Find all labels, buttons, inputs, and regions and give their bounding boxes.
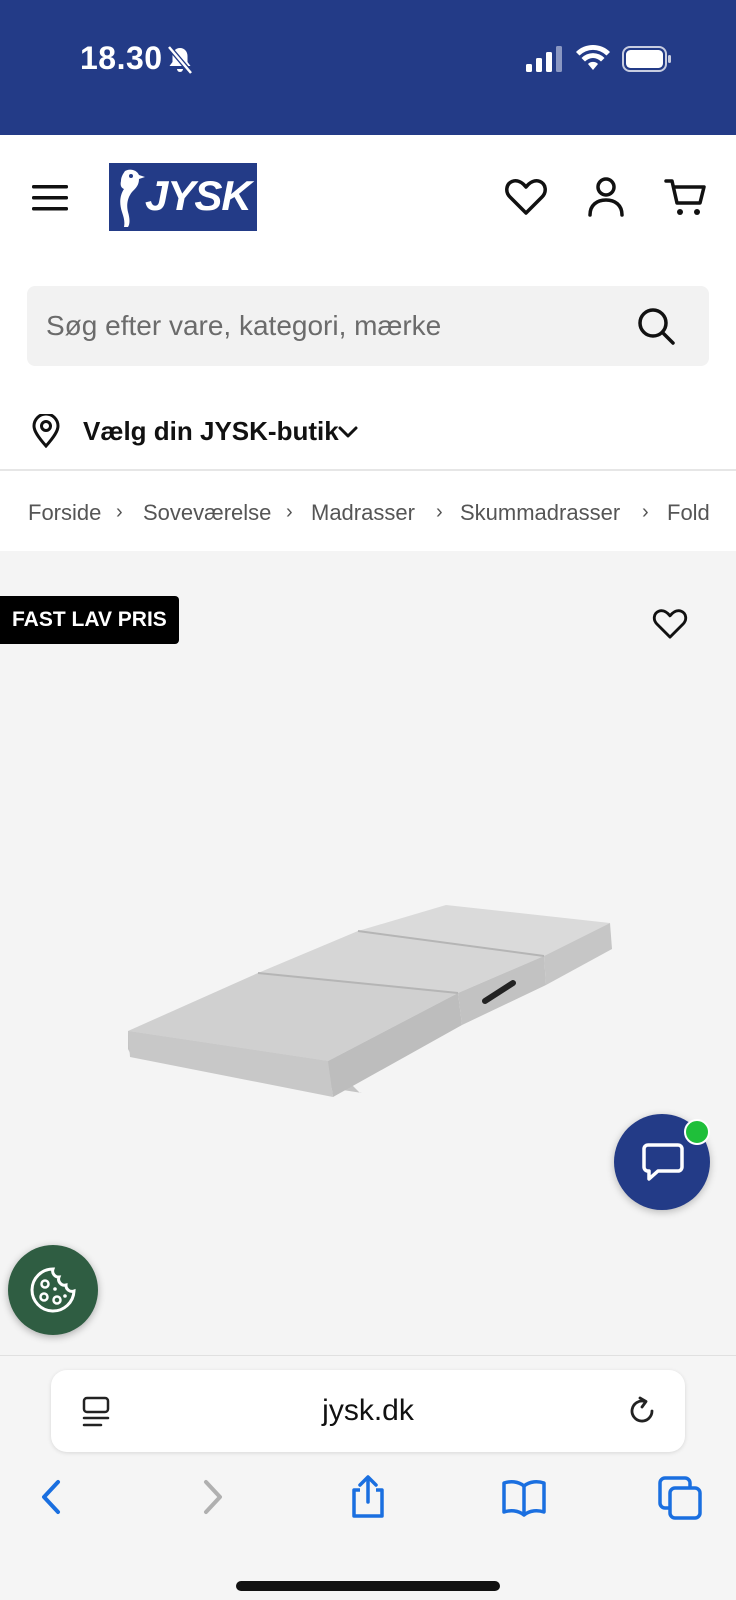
signal-icon (526, 46, 562, 72)
breadcrumb-item-skummadrasser[interactable]: Skummadrasser (460, 500, 620, 526)
breadcrumb-separator-icon: › (116, 501, 123, 523)
breadcrumb-item-forside[interactable]: Forside (28, 500, 101, 526)
product-gallery: FAST LAV PRIS (0, 551, 736, 1355)
favorite-heart-icon[interactable] (652, 607, 688, 641)
breadcrumb: Forside › Soveværelse › Madrasser › Skum… (0, 471, 736, 551)
forward-icon[interactable] (190, 1474, 234, 1520)
bookmarks-icon[interactable] (502, 1474, 546, 1520)
breadcrumb-item-madrasser[interactable]: Madrasser (311, 500, 415, 526)
status-time: 18.30 (80, 40, 163, 76)
tabs-icon[interactable] (658, 1474, 702, 1520)
reload-icon[interactable] (625, 1394, 659, 1428)
hamburger-icon[interactable] (32, 183, 68, 213)
url-bar[interactable]: jysk.dk (51, 1370, 685, 1452)
home-indicator (236, 1581, 500, 1591)
search-icon[interactable] (635, 305, 677, 347)
search-input[interactable]: Søg efter vare, kategori, mærke (27, 286, 709, 366)
chat-bubble-icon (642, 1143, 684, 1181)
store-selector-label: Vælg din JYSK-butik (83, 416, 339, 446)
search-placeholder: Søg efter vare, kategori, mærke (46, 310, 442, 341)
bird-logo-icon (120, 169, 145, 227)
back-icon[interactable] (30, 1474, 74, 1520)
cookie-settings-button[interactable] (8, 1245, 98, 1335)
heart-icon[interactable] (504, 175, 548, 219)
breadcrumb-separator-icon: › (642, 501, 649, 523)
breadcrumb-separator-icon: › (286, 501, 293, 523)
user-icon[interactable] (584, 175, 628, 219)
share-icon[interactable] (346, 1474, 390, 1520)
price-badge: FAST LAV PRIS (0, 596, 179, 644)
battery-icon (622, 46, 671, 72)
site-header: JYSK (0, 135, 736, 260)
chat-online-indicator (684, 1119, 710, 1145)
url-text: jysk.dk (322, 1394, 414, 1427)
cart-icon[interactable] (664, 175, 708, 219)
status-bar: 18.30 (0, 0, 736, 135)
breadcrumb-item-fold[interactable]: Fold (667, 500, 710, 526)
location-pin-icon (32, 414, 60, 448)
store-selector[interactable]: Vælg din JYSK-butik (0, 400, 736, 462)
breadcrumb-separator-icon: › (436, 501, 443, 523)
logo-text: JYSK (145, 172, 252, 219)
wifi-icon (576, 44, 610, 70)
product-image-folding-mattress[interactable] (128, 901, 614, 1101)
breadcrumb-item-sovevaerelse[interactable]: Soveværelse (143, 500, 271, 526)
chevron-down-icon (338, 426, 358, 438)
browser-toolbar: jysk.dk (0, 1355, 736, 1600)
cookie-icon (30, 1267, 76, 1313)
bell-muted-icon (167, 45, 193, 75)
jysk-logo[interactable]: JYSK (109, 163, 257, 231)
